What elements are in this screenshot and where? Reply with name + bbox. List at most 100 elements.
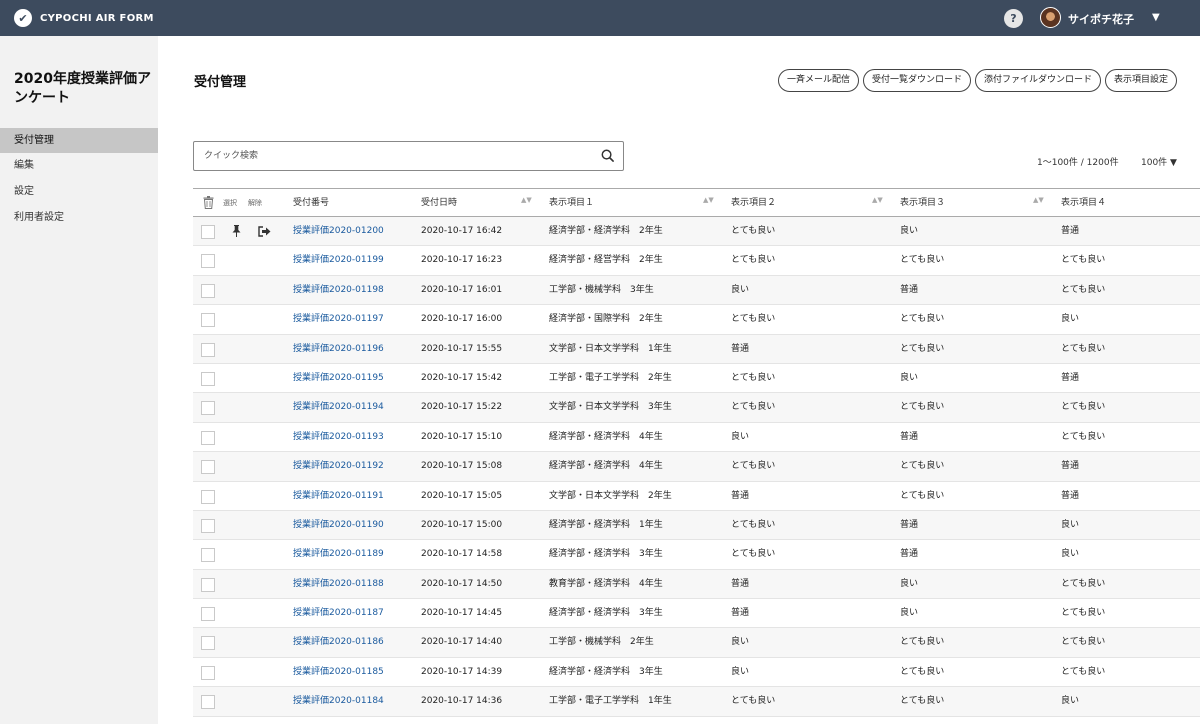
item3-value: とても良い	[900, 637, 945, 648]
item2-value: とても良い	[731, 402, 776, 413]
col-header-item1[interactable]: 表示項目１	[549, 189, 594, 217]
table-row[interactable]: 授業評価2020-01194 2020-10-17 15:22 文学部・日本文学学科…	[193, 393, 1200, 423]
row-checkbox[interactable]	[201, 577, 215, 592]
help-icon[interactable]: ?	[1004, 9, 1023, 28]
reception-id-link[interactable]: 授業評価2020-01197	[293, 305, 384, 334]
row-checkbox[interactable]	[201, 695, 215, 710]
app-name: CYPOCHI AIR FORM	[40, 12, 154, 24]
item1-value: 経済学部・経済学科 3年生	[549, 666, 663, 677]
export-icon[interactable]	[258, 226, 271, 237]
row-checkbox[interactable]	[201, 548, 215, 563]
item2-value: 普通	[731, 343, 750, 354]
reception-date: 2020-10-17 15:05	[421, 490, 503, 501]
table-row[interactable]: 授業評価2020-01192 2020-10-17 15:08 経済学部・経済学科 …	[193, 452, 1200, 482]
reception-id-link[interactable]: 授業評価2020-01191	[293, 482, 384, 511]
download-attachments-button[interactable]: 添付ファイルダウンロード	[975, 69, 1102, 92]
table-row[interactable]: 授業評価2020-01184 2020-10-17 14:36 工学部・電子工学学科…	[193, 687, 1200, 717]
item2-value: 普通	[731, 490, 750, 501]
reception-id-link[interactable]: 授業評価2020-01194	[293, 393, 384, 422]
per-page-select[interactable]: 100件 ▼	[1141, 155, 1177, 168]
col-header-item2[interactable]: 表示項目２	[731, 189, 776, 217]
search-icon[interactable]	[601, 149, 614, 162]
sort-icon[interactable]: ▲▼	[521, 197, 532, 204]
col-header-id[interactable]: 受付番号	[293, 189, 329, 217]
reception-id-link[interactable]: 授業評価2020-01196	[293, 335, 384, 364]
trash-icon[interactable]	[203, 196, 214, 209]
pin-icon[interactable]	[232, 225, 241, 237]
row-checkbox[interactable]	[201, 460, 215, 475]
search-input[interactable]	[194, 142, 594, 170]
select-all-link[interactable]: 選択	[223, 189, 237, 217]
download-list-button[interactable]: 受付一覧ダウンロード	[863, 69, 972, 92]
row-checkbox[interactable]	[201, 342, 215, 357]
col-header-item4[interactable]: 表示項目４	[1061, 189, 1106, 217]
clear-selection-link[interactable]: 解除	[248, 189, 262, 217]
table-row[interactable]: 授業評価2020-01195 2020-10-17 15:42 工学部・電子工学学科…	[193, 364, 1200, 394]
sidebar-item-edit[interactable]: 編集	[0, 153, 158, 179]
sidebar-item-user-settings[interactable]: 利用者設定	[0, 205, 158, 231]
sidebar-item-reception[interactable]: 受付管理	[0, 128, 158, 153]
reception-id-link[interactable]: 授業評価2020-01195	[293, 364, 384, 393]
row-checkbox[interactable]	[201, 489, 215, 504]
item4-value: とても良い	[1061, 578, 1106, 589]
reception-date: 2020-10-17 14:39	[421, 666, 503, 677]
table-row[interactable]: 授業評価2020-01200 2020-10-17 16:42 経済学部・経済学科 …	[193, 217, 1200, 247]
chevron-down-icon[interactable]: ▼	[1152, 12, 1160, 23]
reception-id-link[interactable]: 授業評価2020-01199	[293, 246, 384, 275]
item3-value: とても良い	[900, 343, 945, 354]
item1-value: 工学部・機械学科 2年生	[549, 637, 654, 648]
sort-icon[interactable]: ▲▼	[1033, 197, 1044, 204]
reception-id-link[interactable]: 授業評価2020-01189	[293, 540, 384, 569]
item1-value: 文学部・日本文学学科 1年生	[549, 343, 672, 354]
row-checkbox[interactable]	[201, 401, 215, 416]
col-header-item3[interactable]: 表示項目３	[900, 189, 945, 217]
sort-icon[interactable]: ▲▼	[872, 197, 883, 204]
table-row[interactable]: 授業評価2020-01186 2020-10-17 14:40 工学部・機械学科 2…	[193, 628, 1200, 658]
reception-id-link[interactable]: 授業評価2020-01185	[293, 658, 384, 687]
reception-id-link[interactable]: 授業評価2020-01192	[293, 452, 384, 481]
item4-value: 良い	[1061, 696, 1080, 707]
row-checkbox[interactable]	[201, 607, 215, 622]
row-checkbox[interactable]	[201, 430, 215, 445]
table-row[interactable]: 授業評価2020-01196 2020-10-17 15:55 文学部・日本文学学科…	[193, 334, 1200, 364]
reception-id-link[interactable]: 授業評価2020-01187	[293, 599, 384, 628]
row-checkbox[interactable]	[201, 313, 215, 328]
row-checkbox[interactable]	[201, 225, 215, 239]
col-header-date[interactable]: 受付日時	[421, 189, 457, 217]
table-row[interactable]: 授業評価2020-01185 2020-10-17 14:39 経済学部・経済学科 …	[193, 658, 1200, 688]
row-checkbox[interactable]	[201, 636, 215, 651]
reception-id-link[interactable]: 授業評価2020-01186	[293, 628, 384, 657]
reception-id-link[interactable]: 授業評価2020-01184	[293, 687, 384, 716]
sort-icon[interactable]: ▲▼	[703, 197, 714, 204]
row-checkbox[interactable]	[201, 254, 215, 269]
reception-id-link[interactable]: 授業評価2020-01190	[293, 511, 384, 540]
reception-id-link[interactable]: 授業評価2020-01188	[293, 570, 384, 599]
reception-id-link[interactable]: 授業評価2020-01198	[293, 276, 384, 305]
display-items-settings-button[interactable]: 表示項目設定	[1105, 69, 1178, 92]
table-row[interactable]: 授業評価2020-01199 2020-10-17 16:23 経済学部・経営学科 …	[193, 246, 1200, 276]
user-name[interactable]: サイポチ花子	[1068, 11, 1134, 27]
table-row[interactable]: 授業評価2020-01193 2020-10-17 15:10 経済学部・経済学科 …	[193, 423, 1200, 453]
table-row[interactable]: 授業評価2020-01190 2020-10-17 15:00 経済学部・経済学科 …	[193, 510, 1200, 541]
reception-id-link[interactable]: 授業評価2020-01200	[293, 217, 384, 246]
table-row[interactable]: 授業評価2020-01197 2020-10-17 16:00 経済学部・国際学科 …	[193, 305, 1200, 335]
table-row[interactable]: 授業評価2020-01187 2020-10-17 14:45 経済学部・経済学科 …	[193, 599, 1200, 629]
item2-value: とても良い	[731, 372, 776, 383]
sidebar-item-settings[interactable]: 設定	[0, 179, 158, 205]
row-checkbox[interactable]	[201, 283, 215, 298]
reception-date: 2020-10-17 15:55	[421, 343, 503, 354]
table-row[interactable]: 授業評価2020-01189 2020-10-17 14:58 経済学部・経済学科 …	[193, 540, 1200, 570]
item1-value: 経済学部・国際学科 2年生	[549, 314, 663, 325]
item2-value: 良い	[731, 431, 750, 442]
row-checkbox[interactable]	[201, 518, 215, 533]
item2-value: 良い	[731, 666, 750, 677]
row-checkbox[interactable]	[201, 371, 215, 386]
avatar[interactable]	[1040, 7, 1061, 28]
row-checkbox[interactable]	[201, 665, 215, 680]
bulk-mail-button[interactable]: 一斉メール配信	[778, 69, 860, 92]
table-row[interactable]: 授業評価2020-01198 2020-10-17 16:01 工学部・機械学科 3…	[193, 275, 1200, 306]
brand[interactable]: ✔ CYPOCHI AIR FORM	[14, 9, 154, 27]
reception-id-link[interactable]: 授業評価2020-01193	[293, 423, 384, 452]
table-row[interactable]: 授業評価2020-01188 2020-10-17 14:50 教育学部・経済学科 …	[193, 569, 1200, 600]
table-row[interactable]: 授業評価2020-01191 2020-10-17 15:05 文学部・日本文学学科…	[193, 482, 1200, 511]
